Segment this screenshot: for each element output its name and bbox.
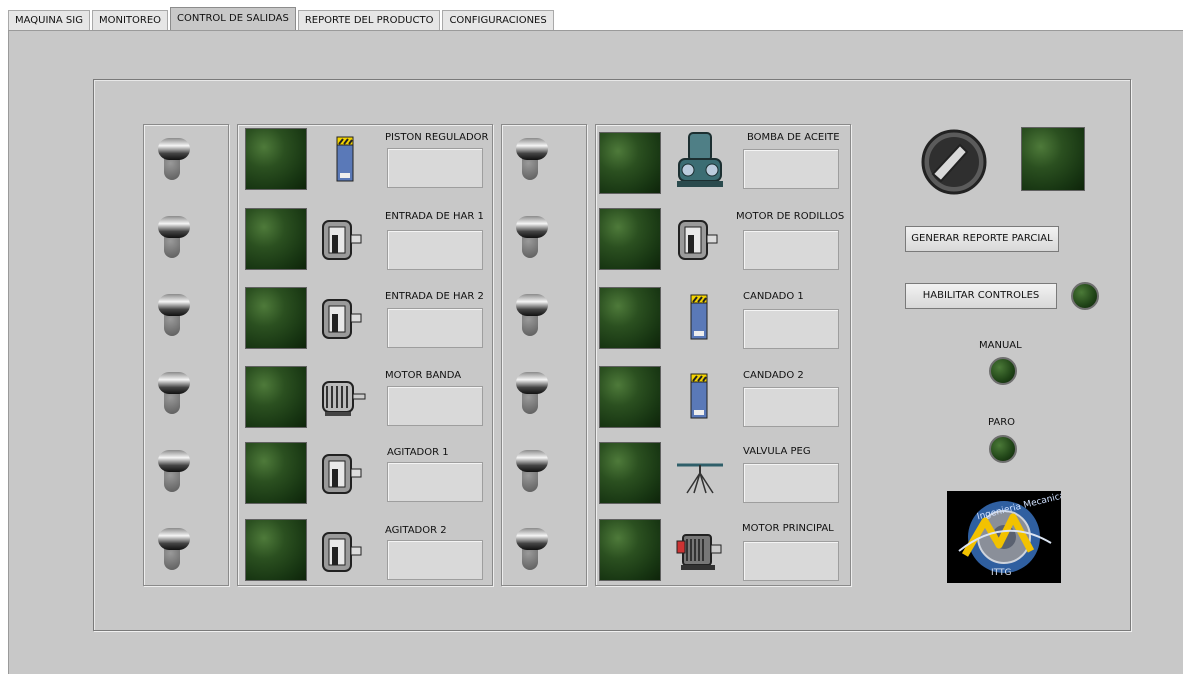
belt-motor-icon	[322, 381, 366, 416]
tab-bar: MAQUINA SIG MONITOREO CONTROL DE SALIDAS…	[8, 7, 556, 30]
output-value-valvula-peg	[743, 463, 839, 503]
motor-icon	[322, 454, 362, 494]
habilitar-controles-button[interactable]: HABILITAR CONTROLES	[905, 283, 1057, 309]
led-motor-banda	[245, 366, 307, 428]
output-value-entrada-har-2	[387, 308, 483, 348]
tab-configuraciones[interactable]: CONFIGURACIONES	[442, 10, 554, 30]
toggle-switch-entrada-har-2[interactable]	[152, 286, 192, 344]
output-label-motor-principal: MOTOR PRINCIPAL	[742, 523, 834, 534]
paro-label: PARO	[988, 417, 1016, 428]
led-candado-1	[599, 287, 661, 349]
toggle-switch-candado-2[interactable]	[510, 364, 550, 422]
key-switch-knob[interactable]	[919, 127, 989, 197]
output-value-bomba-de-aceite	[743, 149, 839, 189]
output-value-motor-banda	[387, 386, 483, 426]
tab-reporte-del-producto[interactable]: REPORTE DEL PRODUCTO	[297, 10, 441, 30]
led-piston-regulador	[245, 128, 307, 190]
habilitar-controles-led	[1071, 282, 1099, 310]
output-label-agitador-1: AGITADOR 1	[387, 447, 449, 458]
toggle-switch-valvula-peg[interactable]	[510, 442, 550, 500]
pump-icon	[677, 132, 723, 187]
output-value-motor-de-rodillos	[743, 230, 839, 270]
output-label-candado-2: CANDADO 2	[743, 370, 804, 381]
manual-led	[989, 357, 1017, 385]
solenoid-valve-icon	[690, 373, 708, 419]
toggle-switch-motor-banda[interactable]	[152, 364, 192, 422]
led-bomba-de-aceite	[599, 132, 661, 194]
paro-led	[989, 435, 1017, 463]
led-candado-2	[599, 366, 661, 428]
output-value-piston-regulador	[387, 148, 483, 188]
manual-label: MANUAL	[979, 340, 1022, 351]
output-value-agitador-1	[387, 462, 483, 502]
left-output-column	[237, 124, 493, 586]
led-agitador-1	[245, 442, 307, 504]
toggle-switch-candado-1[interactable]	[510, 286, 550, 344]
tab-content-panel: PISTON REGULADOR ENTRADA DE HAR 1 ENTRAD…	[8, 30, 1183, 674]
right-switch-column	[501, 124, 587, 586]
output-value-motor-principal	[743, 541, 839, 581]
toggle-switch-agitador-1[interactable]	[152, 442, 192, 500]
output-label-valvula-peg: VALVULA PEG	[743, 446, 811, 457]
toggle-switch-entrada-har-1[interactable]	[152, 208, 192, 266]
solenoid-valve-icon	[336, 136, 354, 182]
output-value-candado-2	[743, 387, 839, 427]
output-label-entrada-har-1: ENTRADA DE HAR 1	[385, 211, 484, 222]
output-label-entrada-har-2: ENTRADA DE HAR 2	[385, 291, 484, 302]
output-value-candado-1	[743, 309, 839, 349]
main-motor-icon	[676, 534, 722, 570]
output-label-motor-de-rodillos: MOTOR DE RODILLOS	[736, 211, 845, 222]
output-label-agitador-2: AGITADOR 2	[385, 525, 447, 536]
motor-icon	[678, 220, 718, 260]
tab-maquina-sig[interactable]: MAQUINA SIG	[8, 10, 90, 30]
led-motor-de-rodillos	[599, 208, 661, 270]
led-entrada-har-2	[245, 287, 307, 349]
led-valvula-peg	[599, 442, 661, 504]
output-label-candado-1: CANDADO 1	[743, 291, 804, 302]
key-switch-indicator	[1021, 127, 1085, 191]
led-motor-principal	[599, 519, 661, 581]
output-value-agitador-2	[387, 540, 483, 580]
motor-icon	[322, 220, 362, 260]
toggle-switch-bomba-de-aceite[interactable]	[510, 130, 550, 188]
solenoid-valve-icon	[690, 294, 708, 340]
output-label-piston-regulador: PISTON REGULADOR	[385, 132, 489, 143]
led-entrada-har-1	[245, 208, 307, 270]
output-value-entrada-har-1	[387, 230, 483, 270]
motor-icon	[322, 532, 362, 572]
toggle-switch-agitador-2[interactable]	[152, 520, 192, 578]
sprinkler-valve-icon	[677, 463, 723, 494]
tab-control-de-salidas[interactable]: CONTROL DE SALIDAS	[170, 7, 296, 30]
ittg-logo: Ingenieria Mecanica ITTG	[947, 491, 1061, 583]
output-label-motor-banda: MOTOR BANDA	[385, 370, 462, 381]
tab-monitoreo[interactable]: MONITOREO	[91, 10, 169, 30]
generar-reporte-parcial-button[interactable]: GENERAR REPORTE PARCIAL	[905, 226, 1059, 252]
toggle-switch-piston-regulador[interactable]	[152, 130, 192, 188]
motor-icon	[322, 299, 362, 339]
toggle-switch-motor-principal[interactable]	[510, 520, 550, 578]
led-agitador-2	[245, 519, 307, 581]
output-label-bomba-de-aceite: BOMBA DE ACEITE	[747, 132, 840, 143]
toggle-switch-motor-de-rodillos[interactable]	[510, 208, 550, 266]
left-switch-column	[143, 124, 229, 586]
logo-bottom-text: ITTG	[991, 568, 1011, 578]
